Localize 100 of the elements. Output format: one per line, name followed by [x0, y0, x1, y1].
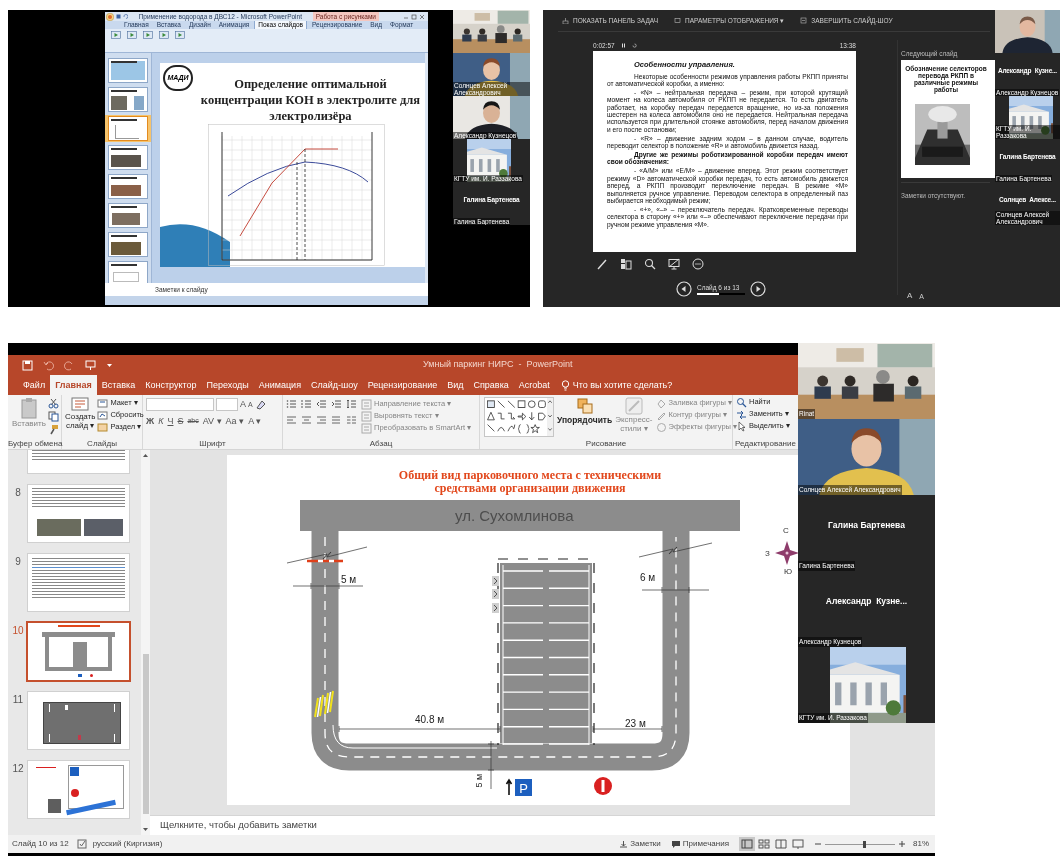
increase-indent-icon[interactable] [331, 399, 342, 409]
pause-icon[interactable] [620, 43, 626, 49]
font-style-button[interactable]: Ж [146, 414, 155, 428]
font-style-button[interactable]: S [177, 414, 184, 428]
comment-icon [670, 839, 681, 849]
slide-thumbnail[interactable] [28, 554, 129, 611]
more-icon[interactable] [692, 258, 704, 270]
maximize-icon[interactable] [411, 13, 417, 20]
reset-icon[interactable] [631, 43, 637, 49]
scroll-down-icon[interactable] [142, 826, 149, 833]
compass-icon [775, 541, 799, 565]
presenter-icon[interactable] [85, 359, 96, 371]
font-style-button[interactable]: AV ▾ [202, 414, 222, 428]
ribbon-tab[interactable]: Вставка [96, 375, 141, 395]
zoom-level[interactable]: 81% [913, 838, 929, 850]
ribbon-tab[interactable]: Acrobat [513, 375, 555, 395]
slide-thumbnail[interactable] [108, 261, 148, 283]
ribbon-tab[interactable]: Главная [50, 375, 97, 395]
dimension-line [292, 582, 364, 590]
slideshow-icon[interactable] [790, 837, 806, 851]
dimension-line [641, 586, 710, 594]
slide-thumbnail[interactable] [28, 692, 129, 749]
group-label: Буфер обмена [8, 439, 61, 449]
format-painter-icon[interactable] [47, 424, 59, 435]
slide-thumbnail[interactable] [28, 761, 129, 818]
font-style-button[interactable]: Aa ▾ [225, 414, 245, 428]
notes-placeholder[interactable]: Щелкните, чтобы добавить заметки [160, 818, 317, 833]
ribbon-tab[interactable]: Конструктор [140, 375, 202, 395]
slide-thumbnail[interactable] [108, 145, 148, 170]
increase-font-button[interactable]: A [240, 398, 246, 412]
bullets-icon[interactable] [286, 399, 297, 409]
slideshow-icon[interactable] [127, 31, 137, 40]
pen-icon[interactable] [596, 258, 608, 270]
group-label: Рисование [584, 439, 628, 449]
reset-icon [97, 409, 109, 421]
font-style-button[interactable]: Ч [167, 414, 174, 428]
close-icon[interactable] [419, 13, 425, 20]
decrease-indent-icon[interactable] [316, 399, 327, 409]
ribbon-tab[interactable]: Переходы [201, 375, 254, 395]
arrange-button[interactable]: Упорядочить [557, 397, 613, 439]
slideshow-icon[interactable] [111, 31, 121, 40]
comments-button[interactable]: Примечания [670, 838, 729, 850]
ribbon-tab[interactable]: Слайд-шоу [306, 375, 363, 395]
slide-thumbnail[interactable] [108, 203, 148, 228]
ribbon-tab[interactable]: Рецензирование [362, 375, 443, 395]
redo-icon[interactable] [64, 359, 75, 371]
language-indicator[interactable]: русский (Киргизия) [92, 838, 163, 850]
numbering-icon[interactable] [301, 399, 312, 409]
previous-slide-icon[interactable] [676, 281, 692, 297]
font-style-button[interactable]: К [158, 414, 164, 428]
office-button-icon[interactable] [106, 12, 114, 21]
search-icon[interactable] [644, 258, 656, 270]
slides-grid-icon[interactable] [620, 258, 632, 270]
ribbon-tab[interactable]: Файл [18, 375, 51, 395]
slide-number: 9 [15, 556, 21, 567]
increase-font-button[interactable]: A [907, 290, 913, 302]
font-name-field[interactable] [146, 398, 214, 412]
clear-formatting-icon[interactable] [254, 399, 266, 411]
line-spacing-icon[interactable] [346, 399, 357, 409]
slide-thumbnail[interactable] [28, 485, 129, 542]
next-slide-icon[interactable] [750, 281, 766, 297]
shapes-gallery[interactable] [484, 397, 554, 437]
zoom-in-icon[interactable] [898, 840, 906, 848]
scrollbar[interactable] [141, 450, 150, 835]
cut-icon[interactable] [47, 398, 59, 409]
slide-sorter-icon[interactable] [756, 837, 772, 851]
normal-view-icon[interactable] [739, 837, 755, 851]
slideshow-icon[interactable] [175, 31, 185, 40]
slide-thumbnail[interactable] [108, 232, 148, 257]
notes-button[interactable]: Заметки [619, 838, 661, 850]
undo-icon[interactable] [123, 14, 128, 19]
save-icon[interactable] [116, 14, 121, 19]
dimension-label: 23 м [625, 717, 646, 731]
cursor-icon [736, 420, 747, 432]
slide-thumbnail[interactable] [108, 174, 148, 199]
spelling-icon[interactable] [76, 839, 87, 849]
slide-thumbnail[interactable] [28, 623, 129, 680]
tell-me-field[interactable]: Что вы хотите сделать? [560, 375, 673, 395]
font-size-field[interactable] [216, 398, 238, 412]
slide-thumbnail[interactable] [108, 116, 148, 141]
slide-title: Общий вид парковочного места с техническими средствами организации движения [397, 469, 663, 495]
slide-thumbnail[interactable] [108, 58, 148, 83]
dimension-line [592, 725, 663, 733]
screen-icon[interactable] [668, 258, 680, 270]
zoom-out-icon[interactable] [814, 840, 822, 848]
reading-view-icon[interactable] [773, 837, 789, 851]
save-icon[interactable] [22, 359, 33, 371]
copy-icon[interactable] [47, 411, 59, 422]
ribbon-tab[interactable]: Вид [442, 375, 469, 395]
undo-icon[interactable] [43, 359, 54, 371]
ribbon-tab[interactable]: Справка [468, 375, 514, 395]
slideshow-icon[interactable] [143, 31, 153, 40]
ribbon-tab[interactable]: Анимация [253, 375, 306, 395]
slideshow-icon[interactable] [159, 31, 169, 40]
text-direction-icon [361, 398, 372, 410]
new-slide-button[interactable]: Создать слайд ▾ [65, 397, 96, 439]
caret-icon[interactable] [106, 361, 113, 369]
scroll-up-icon[interactable] [142, 452, 149, 459]
font-color-button[interactable]: A ▾ [248, 414, 262, 428]
slide-thumbnail[interactable] [108, 87, 148, 112]
